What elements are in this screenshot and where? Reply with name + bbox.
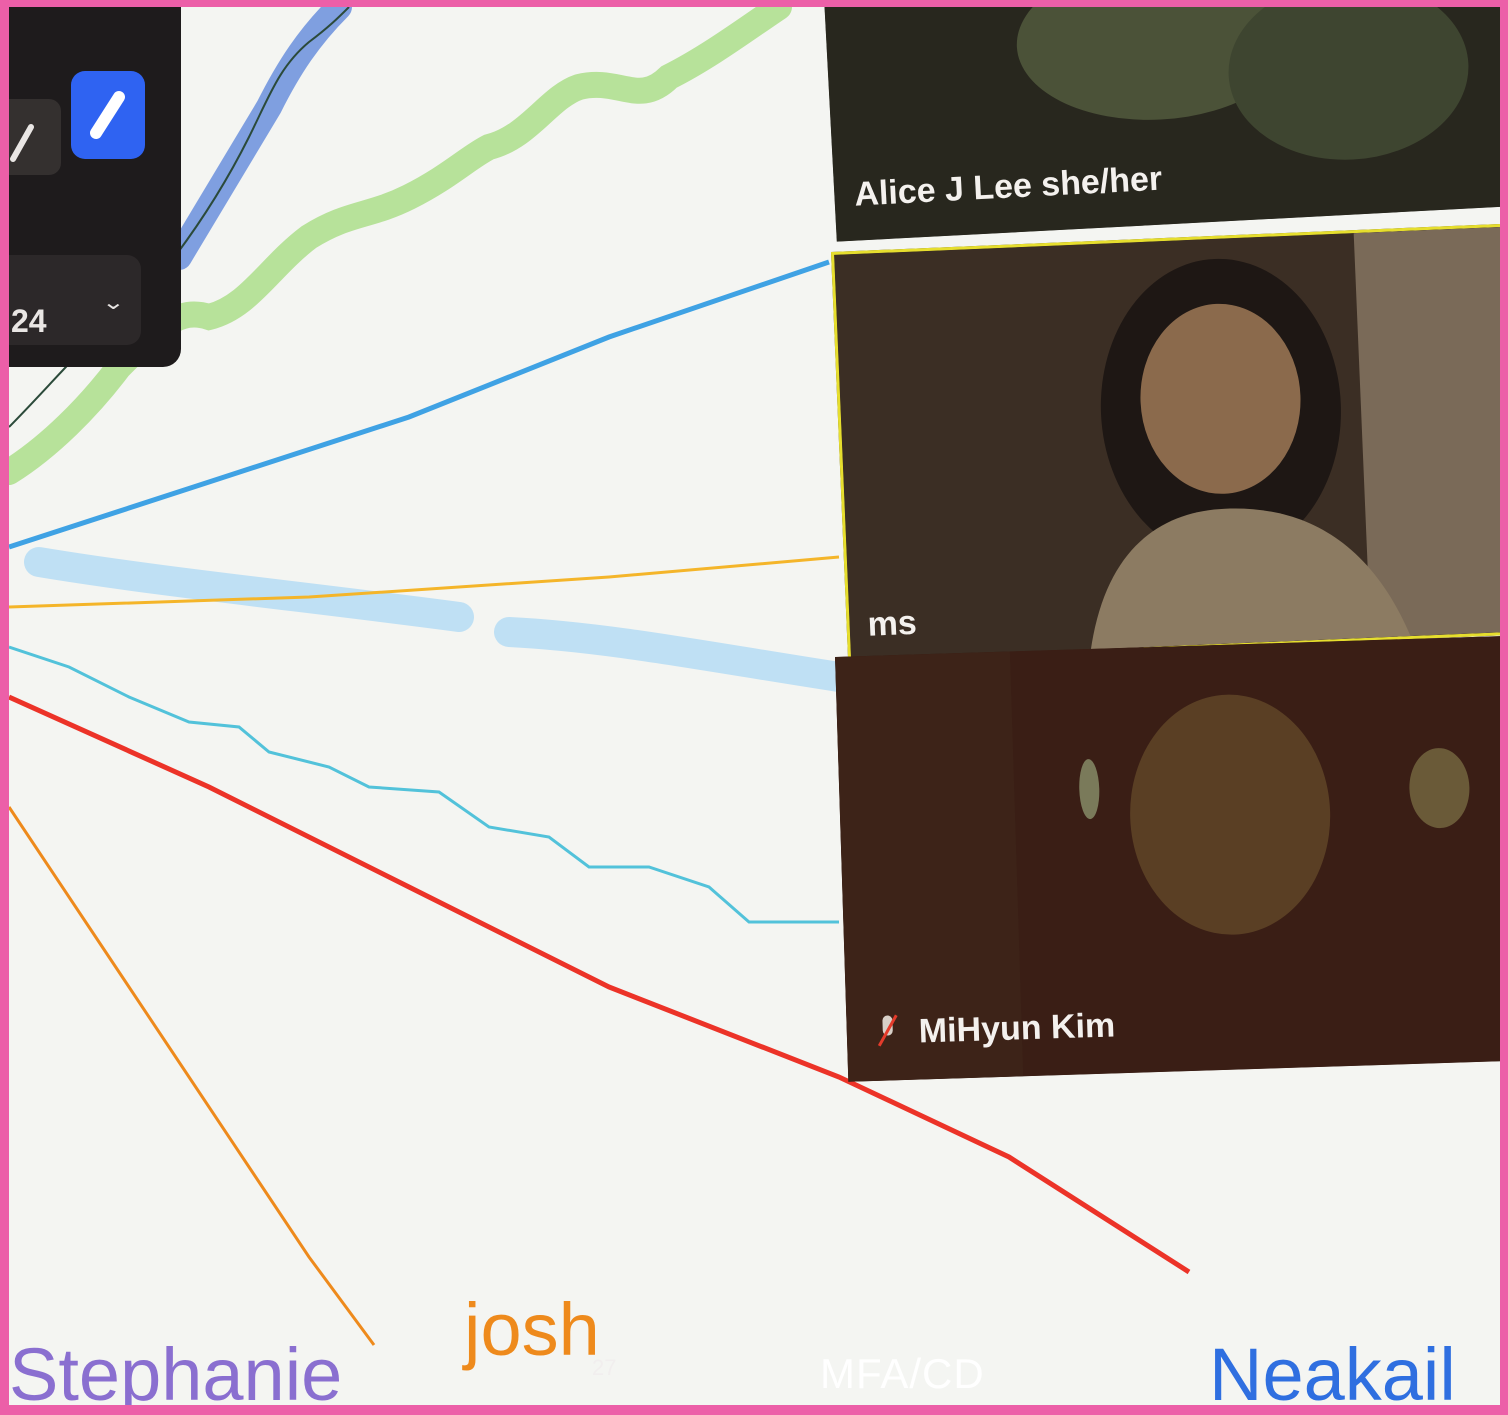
line-size-value: 24 (11, 303, 47, 339)
video-feed (834, 226, 1500, 660)
mfa-cd-logo: MFA/CD (820, 1350, 985, 1397)
cyan-stepped-line (9, 645, 839, 924)
page-number: 27 (592, 1355, 617, 1380)
line-tool-button[interactable] (9, 99, 61, 175)
participant-tile-alice[interactable]: Alice J Lee she/her (824, 7, 1500, 242)
participant-tile-mihyun[interactable]: MiHyun Kim (835, 636, 1500, 1082)
label-josh: josh (464, 1288, 600, 1371)
microphone-muted-icon (877, 1014, 898, 1047)
annotation-toolbox: 24 ⌄ (9, 7, 181, 367)
pen-tool-button[interactable] (71, 71, 145, 159)
light-blue-stroke-2 (494, 617, 854, 692)
participant-name: MiHyun Kim (918, 1006, 1116, 1051)
pen-icon (90, 91, 125, 139)
orange-line (9, 806, 376, 1346)
participant-tile-ms[interactable]: ms (831, 223, 1500, 663)
label-stephanie: Stephanie (9, 1333, 343, 1405)
line-icon (10, 124, 34, 162)
participant-name: ms (866, 603, 918, 644)
label-neakail: Neakail (1209, 1333, 1456, 1405)
whiteboard-canvas[interactable]: 24 ⌄ Alice J Lee she/her ms MiHyun Kim S… (9, 7, 1500, 1405)
light-blue-stroke-1 (24, 547, 474, 632)
chevron-down-icon[interactable]: ⌄ (102, 290, 125, 315)
